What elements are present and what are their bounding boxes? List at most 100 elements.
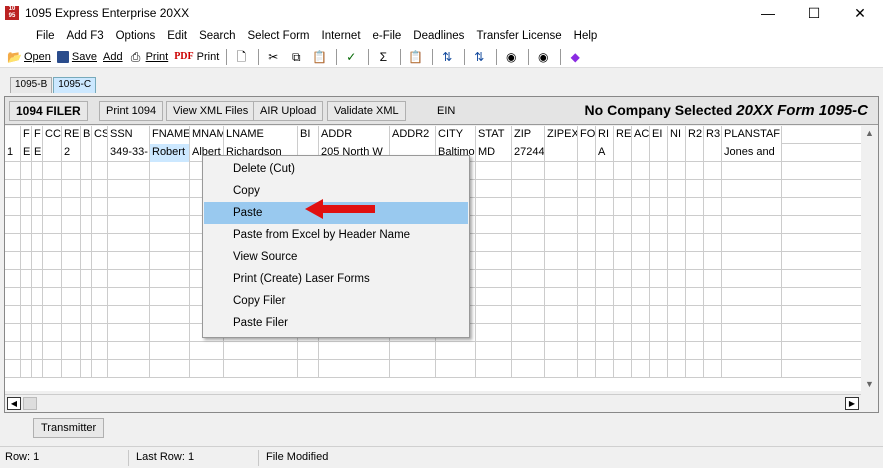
table-cell[interactable] <box>43 252 62 270</box>
scroll-down-icon[interactable]: ▼ <box>865 379 874 389</box>
vertical-scrollbar[interactable]: ▲ ▼ <box>861 126 878 391</box>
open-button[interactable]: 📂 Open <box>4 47 54 67</box>
table-cell[interactable] <box>512 180 545 198</box>
1094-filer-button[interactable]: 1094 FILER <box>9 101 88 121</box>
table-cell[interactable] <box>704 144 722 162</box>
table-cell[interactable] <box>650 162 668 180</box>
sort-ascending-button[interactable]: ⇅ <box>437 47 460 67</box>
table-cell[interactable] <box>21 162 32 180</box>
table-cell[interactable] <box>722 234 782 252</box>
table-cell[interactable] <box>596 216 614 234</box>
table-cell[interactable] <box>43 234 62 252</box>
table-cell[interactable] <box>650 288 668 306</box>
table-cell[interactable] <box>32 360 43 378</box>
table-cell[interactable] <box>686 198 704 216</box>
table-cell[interactable]: A <box>596 144 614 162</box>
table-cell[interactable] <box>512 306 545 324</box>
table-cell[interactable] <box>722 324 782 342</box>
table-cell[interactable] <box>62 288 81 306</box>
table-cell[interactable] <box>668 198 686 216</box>
table-cell[interactable] <box>32 306 43 324</box>
table-cell[interactable] <box>578 270 596 288</box>
table-cell[interactable] <box>632 324 650 342</box>
context-menu-item-paste-filer[interactable]: Paste Filer <box>204 312 468 334</box>
table-cell[interactable] <box>578 306 596 324</box>
context-menu-item-delete-cut[interactable]: Delete (Cut) <box>204 158 468 180</box>
table-cell[interactable] <box>190 360 224 378</box>
table-cell[interactable] <box>390 342 436 360</box>
table-cell[interactable] <box>614 252 632 270</box>
table-cell[interactable] <box>5 216 21 234</box>
table-cell[interactable] <box>650 342 668 360</box>
table-cell[interactable] <box>704 216 722 234</box>
table-cell[interactable] <box>596 162 614 180</box>
table-cell[interactable] <box>81 288 92 306</box>
table-cell[interactable] <box>476 234 512 252</box>
table-cell[interactable] <box>5 180 21 198</box>
table-cell[interactable] <box>62 306 81 324</box>
table-cell[interactable] <box>668 360 686 378</box>
maximize-button[interactable]: ☐ <box>791 0 837 26</box>
table-cell[interactable] <box>476 216 512 234</box>
table-cell[interactable] <box>512 234 545 252</box>
table-cell[interactable] <box>512 162 545 180</box>
table-cell[interactable] <box>596 198 614 216</box>
table-cell[interactable] <box>632 144 650 162</box>
table-cell[interactable] <box>596 252 614 270</box>
table-cell[interactable] <box>545 342 578 360</box>
table-cell[interactable] <box>92 306 108 324</box>
table-cell[interactable] <box>668 270 686 288</box>
table-cell[interactable] <box>62 198 81 216</box>
table-cell[interactable] <box>43 270 62 288</box>
table-cell[interactable] <box>545 324 578 342</box>
table-cell[interactable] <box>5 162 21 180</box>
find-replace-button[interactable]: ◉ <box>533 47 556 67</box>
view-xml-files-button[interactable]: View XML Files <box>166 101 256 121</box>
table-cell[interactable] <box>32 234 43 252</box>
table-cell[interactable] <box>319 360 390 378</box>
air-upload-button[interactable]: AIR Upload <box>253 101 324 121</box>
scroll-thumb[interactable] <box>23 397 37 410</box>
table-cell[interactable] <box>476 306 512 324</box>
find-button[interactable]: ◉ <box>501 47 524 67</box>
table-cell[interactable] <box>686 360 704 378</box>
table-cell[interactable] <box>32 342 43 360</box>
table-cell[interactable]: 349-33- <box>108 144 150 162</box>
table-cell[interactable] <box>476 270 512 288</box>
scroll-left-icon[interactable]: ◀ <box>7 397 21 410</box>
table-cell[interactable] <box>545 216 578 234</box>
table-cell[interactable] <box>704 288 722 306</box>
table-cell[interactable] <box>92 288 108 306</box>
table-cell[interactable] <box>32 198 43 216</box>
menu-item-options[interactable]: Options <box>110 30 162 42</box>
scroll-up-icon[interactable]: ▲ <box>865 128 874 138</box>
table-cell[interactable] <box>614 198 632 216</box>
table-cell[interactable] <box>108 324 150 342</box>
table-cell[interactable] <box>476 180 512 198</box>
table-cell[interactable] <box>545 180 578 198</box>
minimize-button[interactable]: — <box>745 0 791 26</box>
table-cell[interactable] <box>92 198 108 216</box>
table-cell[interactable] <box>686 288 704 306</box>
table-cell[interactable] <box>81 180 92 198</box>
table-cell[interactable] <box>5 342 21 360</box>
table-cell[interactable] <box>596 288 614 306</box>
new-page-button[interactable]: 🗋 <box>231 47 254 67</box>
paste-button[interactable]: 📋 <box>309 47 332 67</box>
menu-item-file[interactable]: File <box>30 30 61 42</box>
table-cell[interactable] <box>62 324 81 342</box>
table-cell[interactable] <box>722 216 782 234</box>
table-cell[interactable] <box>632 270 650 288</box>
table-cell[interactable] <box>668 162 686 180</box>
table-cell[interactable] <box>614 324 632 342</box>
table-cell[interactable] <box>632 162 650 180</box>
table-cell[interactable] <box>596 270 614 288</box>
table-cell[interactable] <box>596 306 614 324</box>
table-cell[interactable] <box>578 252 596 270</box>
print-1094-button[interactable]: Print 1094 <box>99 101 164 121</box>
table-cell[interactable] <box>578 234 596 252</box>
table-cell[interactable] <box>5 360 21 378</box>
table-cell[interactable] <box>32 162 43 180</box>
table-cell[interactable] <box>43 198 62 216</box>
table-cell[interactable] <box>21 216 32 234</box>
